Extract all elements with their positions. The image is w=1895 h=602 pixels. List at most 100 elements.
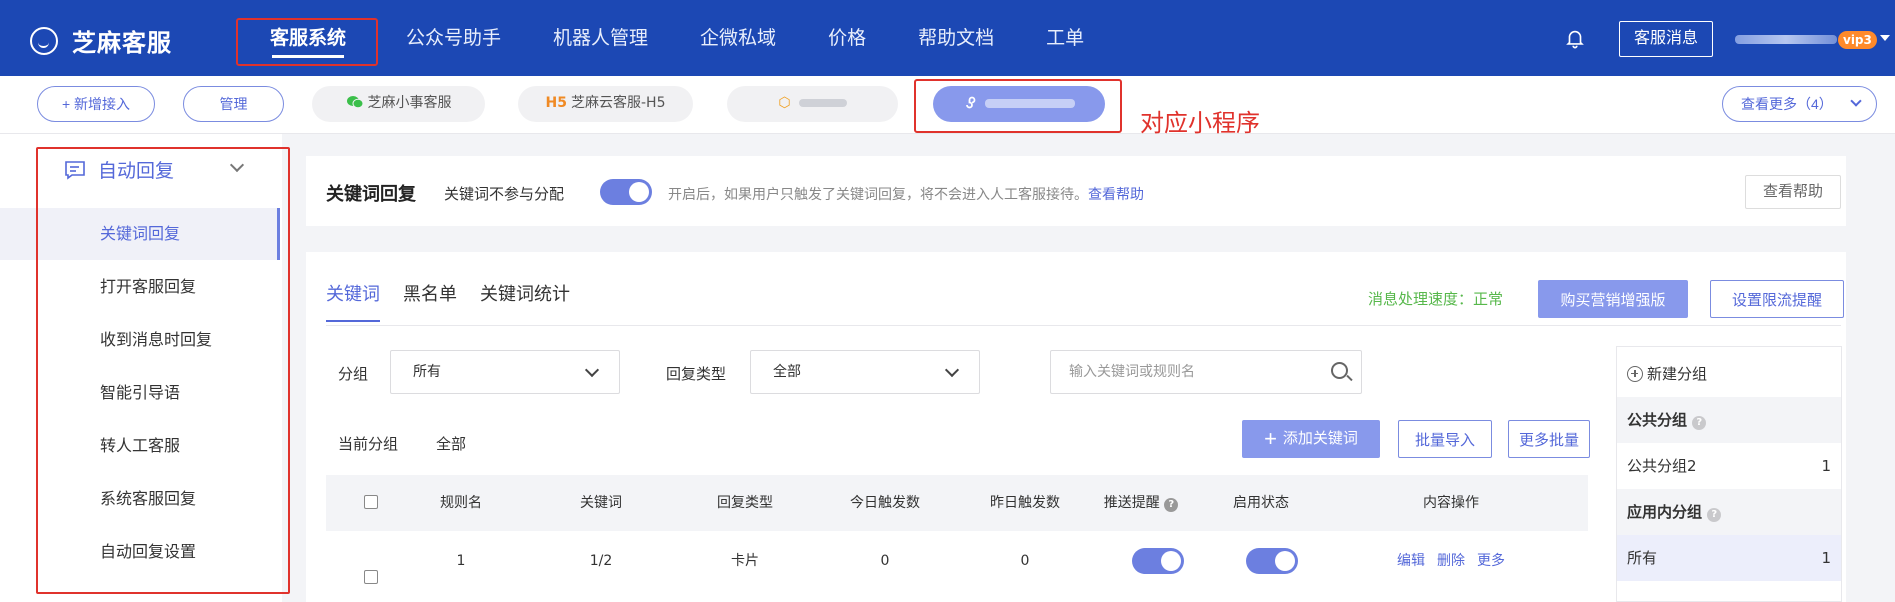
chevron-down-icon (944, 362, 960, 378)
channel-label: 芝麻小事客服 (367, 95, 452, 111)
user-menu-caret-icon[interactable] (1880, 35, 1890, 41)
group-select[interactable]: 所有 (390, 350, 620, 394)
main-nav: 客服系统 公众号助手 机器人管理 企微私域 价格 帮助文档 工单 (236, 0, 1110, 76)
cell-keyword: 1/2 (589, 553, 613, 569)
new-group-label: 新建分组 (1647, 365, 1708, 383)
sidebar-group-label: 自动回复 (98, 160, 175, 182)
question-icon[interactable]: ? (1164, 498, 1179, 512)
sidebar-item-receive-reply[interactable]: 收到消息时回复 (0, 314, 282, 366)
keyword-search-input[interactable] (1050, 350, 1362, 394)
add-channel-button[interactable]: + 新增接入 (37, 86, 155, 122)
public-group-header: 公共分组 ? (1617, 397, 1841, 443)
chevron-down-icon (1850, 95, 1862, 107)
delete-link[interactable]: 删除 (1437, 553, 1465, 569)
redacted-label (798, 99, 847, 107)
sidebar-item-open-reply[interactable]: 打开客服回复 (0, 261, 282, 313)
enabled-toggle[interactable] (1246, 548, 1298, 574)
add-keyword-button[interactable]: + 添加关键词 (1242, 420, 1380, 458)
column-header: 关键词 (580, 495, 622, 511)
search-icon[interactable] (1331, 362, 1348, 379)
sidebar-item-system-reply[interactable]: 系统客服回复 (0, 473, 282, 525)
column-header-label: 推送提醒 (1103, 495, 1160, 511)
nav-item-customer-service[interactable]: 客服系统 (236, 0, 380, 76)
group-filter-label: 分组 (338, 365, 369, 383)
group-item-name: 所有 (1627, 549, 1658, 567)
tab-keywords[interactable]: 关键词 (326, 280, 380, 322)
tab-blacklist[interactable]: 黑名单 (403, 280, 457, 322)
see-more-button[interactable]: 查看更多（4） (1722, 86, 1877, 122)
manage-button[interactable]: 管理 (183, 86, 284, 122)
top-navigation-bar: 芝麻客服 客服系统 公众号助手 机器人管理 企微私域 价格 帮助文档 工单 客服… (0, 0, 1895, 76)
vip-badge: vip3 (1838, 31, 1877, 49)
channel-bar: + 新增接入 管理 芝麻小事客服 H5 芝麻云客服-H5 ⬡ 查看更多（4） (0, 76, 1895, 134)
logo[interactable]: 芝麻客服 (30, 23, 172, 58)
plus-circle-icon (1627, 365, 1643, 382)
no-assign-toggle[interactable] (600, 179, 652, 205)
annotation-text: 对应小程序 (1140, 109, 1260, 137)
add-keyword-label: 添加关键词 (1282, 430, 1358, 447)
sidebar-item-settings[interactable]: 自动回复设置 (0, 526, 282, 578)
select-all-checkbox[interactable] (364, 495, 378, 509)
toggle-hint: 开启后，如果用户只触发了关键词回复，将不会进入人工客服接待。查看帮助 (668, 184, 1144, 204)
app-group-title: 应用内分组 (1627, 503, 1703, 521)
app-group-header: 应用内分组 ? (1617, 489, 1841, 535)
nav-item-robot[interactable]: 机器人管理 (527, 0, 674, 76)
sidebar-group-auto-reply[interactable]: 自动回复 (64, 156, 254, 183)
chevron-down-icon (229, 157, 245, 173)
group-panel: 新建分组 公共分组 ? 公共分组2 1 应用内分组 ? 所有 1 (1616, 346, 1842, 602)
question-icon[interactable]: ? (1692, 416, 1707, 430)
sidebar-item-keyword-reply[interactable]: 关键词回复 (0, 208, 280, 260)
sidebar-item-guide[interactable]: 智能引导语 (0, 367, 282, 419)
nav-item-wecom[interactable]: 企微私域 (674, 0, 802, 76)
h5-icon: H5 (545, 95, 567, 111)
rate-limit-button[interactable]: 设置限流提醒 (1710, 280, 1844, 318)
bell-icon[interactable] (1564, 27, 1586, 49)
more-link[interactable]: 更多 (1477, 553, 1505, 569)
tab-keyword-stats[interactable]: 关键词统计 (480, 280, 570, 322)
column-header: 回复类型 (717, 495, 773, 511)
nav-item-ticket[interactable]: 工单 (1020, 0, 1110, 76)
push-reminder-toggle[interactable] (1132, 548, 1184, 574)
help-link[interactable]: 查看帮助 (1088, 187, 1144, 203)
group-item-count: 1 (1821, 457, 1831, 475)
reply-type-select[interactable]: 全部 (750, 350, 980, 394)
column-header: 规则名 (440, 495, 482, 511)
question-icon[interactable]: ? (1707, 508, 1722, 522)
group-item[interactable]: 所有 1 (1617, 535, 1841, 581)
batch-import-button[interactable]: 批量导入 (1398, 420, 1492, 458)
channel-tab-h5[interactable]: H5 芝麻云客服-H5 (518, 86, 693, 122)
nav-item-price[interactable]: 价格 (802, 0, 892, 76)
see-more-label: 查看更多（4） (1741, 96, 1833, 112)
group-item[interactable]: 公共分组2 1 (1617, 443, 1841, 489)
buy-marketing-button[interactable]: 购买营销增强版 (1538, 280, 1688, 318)
sidebar-item-transfer[interactable]: 转人工客服 (0, 420, 282, 472)
nav-item-docs[interactable]: 帮助文档 (892, 0, 1020, 76)
group-select-value: 所有 (413, 364, 441, 380)
table-header: 规则名 关键词 回复类型 今日触发数 昨日触发数 推送提醒 ? 启用状态 内容操… (326, 475, 1588, 531)
column-header: 内容操作 (1423, 495, 1479, 511)
row-checkbox[interactable] (364, 570, 378, 584)
more-batch-button[interactable]: 更多批量 (1508, 420, 1590, 458)
processing-speed-status: 消息处理速度：正常 (1368, 290, 1504, 308)
chat-bubble-logo-icon (30, 26, 58, 55)
column-header: 启用状态 (1233, 495, 1289, 511)
group-item-count: 1 (1821, 549, 1831, 567)
mini-program-icon (966, 96, 976, 109)
keyword-list-panel: 关键词 黑名单 关键词统计 消息处理速度：正常 购买营销增强版 设置限流提醒 分… (306, 252, 1846, 602)
column-header: 昨日触发数 (990, 495, 1060, 511)
cell-reply-type: 卡片 (731, 553, 759, 569)
current-group-value: 全部 (436, 435, 467, 453)
edit-link[interactable]: 编辑 (1397, 553, 1425, 569)
user-name-redacted[interactable] (1735, 35, 1837, 44)
nav-item-official-account[interactable]: 公众号助手 (380, 0, 527, 76)
cell-yesterday-count: 0 (1020, 553, 1030, 569)
channel-tab-redacted[interactable]: ⬡ (727, 86, 898, 122)
row-operations: 编辑 删除 更多 (1331, 536, 1571, 586)
chevron-down-icon (584, 362, 600, 378)
customer-message-button[interactable]: 客服消息 (1619, 21, 1713, 57)
help-button[interactable]: 查看帮助 (1745, 175, 1841, 209)
channel-tab-mini-program[interactable] (933, 86, 1105, 122)
app-title: 芝麻客服 (72, 29, 172, 57)
channel-tab-wechat[interactable]: 芝麻小事客服 (312, 86, 485, 122)
new-group-button[interactable]: 新建分组 (1627, 363, 1707, 384)
